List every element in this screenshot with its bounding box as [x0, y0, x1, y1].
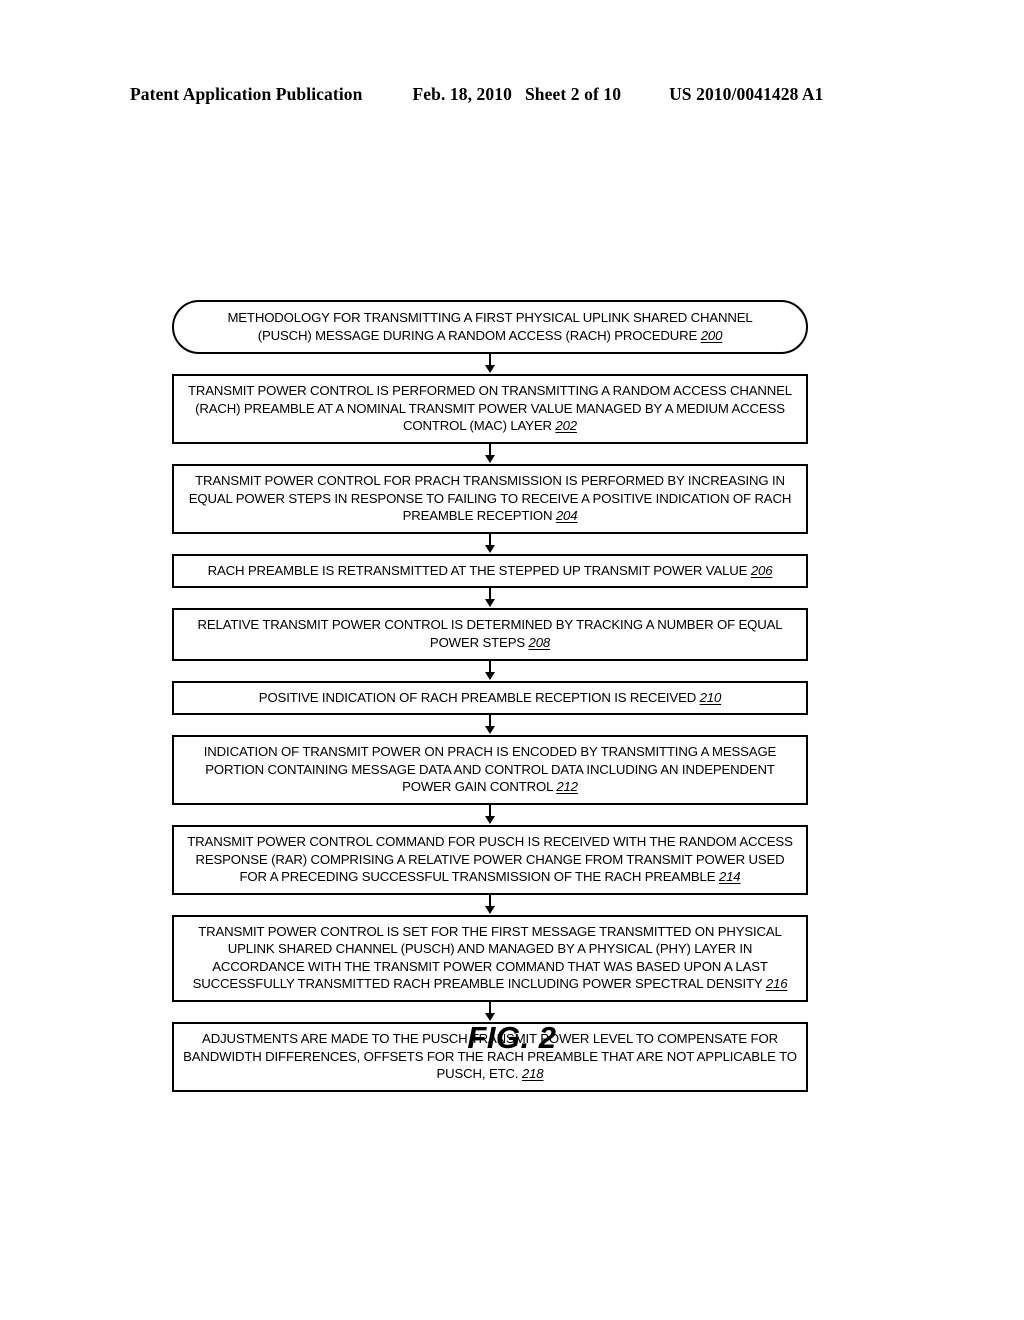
arrowhead-icon — [485, 815, 495, 824]
flow-node-208: RELATIVE TRANSMIT POWER CONTROL IS DETER… — [172, 608, 808, 661]
flow-node-reference-number: 218 — [521, 1066, 544, 1082]
flow-node-text: TRANSMIT POWER CONTROL FOR PRACH TRANSMI… — [188, 472, 792, 524]
flow-node-210: POSITIVE INDICATION OF RACH PREAMBLE REC… — [172, 680, 808, 716]
flow-node-reference-number: 204 — [555, 508, 578, 524]
flow-node-212: INDICATION OF TRANSMIT POWER ON PRACH IS… — [172, 735, 808, 805]
arrowhead-icon — [485, 905, 495, 914]
arrowhead-icon — [485, 726, 495, 735]
arrowhead-icon — [485, 365, 495, 374]
flow-connector-arrow — [172, 804, 808, 825]
flow-node-text: METHODOLOGY FOR TRANSMITTING A FIRST PHY… — [227, 310, 753, 343]
flow-node-text: TRANSMIT POWER CONTROL IS PERFORMED ON T… — [188, 383, 792, 434]
flow-node-reference-number: 216 — [765, 976, 788, 992]
flow-node-text: POSITIVE INDICATION OF RACH PREAMBLE REC… — [258, 689, 722, 705]
arrowhead-icon — [485, 454, 495, 463]
flow-node-reference-number: 214 — [718, 869, 741, 885]
header-patent-number: US 2010/0041428 A1 — [669, 84, 824, 104]
flow-node-200: METHODOLOGY FOR TRANSMITTING A FIRST PHY… — [172, 300, 808, 355]
flow-node-text: RACH PREAMBLE IS RETRANSMITTED AT THE ST… — [207, 562, 773, 578]
flow-connector-arrow — [172, 894, 808, 915]
flow-node-reference-number: 208 — [528, 634, 551, 650]
page-header: Patent Application Publication Feb. 18, … — [130, 84, 890, 110]
flow-node-text: TRANSMIT POWER CONTROL COMMAND FOR PUSCH… — [187, 833, 793, 885]
flow-node-reference-number: 210 — [699, 689, 722, 705]
flow-node-214: TRANSMIT POWER CONTROL COMMAND FOR PUSCH… — [172, 824, 808, 895]
flow-connector-arrow — [172, 588, 808, 608]
flow-connector-arrow — [172, 660, 808, 681]
flow-node-204: TRANSMIT POWER CONTROL FOR PRACH TRANSMI… — [172, 463, 808, 534]
header-publication-label: Patent Application Publication — [130, 84, 363, 104]
flow-node-reference-number: 200 — [700, 327, 723, 343]
flow-node-text: TRANSMIT POWER CONTROL IS SET FOR THE FI… — [192, 923, 788, 992]
flow-connector-arrow — [172, 715, 808, 735]
flowchart-diagram: METHODOLOGY FOR TRANSMITTING A FIRST PHY… — [172, 300, 808, 1092]
header-date-label: Feb. 18, 2010 — [412, 84, 512, 104]
arrowhead-icon — [485, 671, 495, 680]
flow-node-reference-number: 212 — [556, 779, 578, 795]
flow-connector-arrow — [172, 443, 808, 464]
flow-node-202: TRANSMIT POWER CONTROL IS PERFORMED ON T… — [172, 374, 808, 444]
flow-node-reference-number: 202 — [555, 418, 577, 434]
flow-node-reference-number: 206 — [750, 562, 773, 578]
flow-connector-arrow — [172, 354, 808, 374]
header-sheet-label: Sheet 2 of 10 — [524, 84, 622, 104]
arrowhead-icon — [485, 544, 495, 553]
arrowhead-icon — [485, 599, 495, 608]
flow-node-206: RACH PREAMBLE IS RETRANSMITTED AT THE ST… — [172, 553, 808, 589]
figure-caption: FIG. 2 — [467, 1020, 557, 1055]
flow-node-text: RELATIVE TRANSMIT POWER CONTROL IS DETER… — [197, 617, 783, 650]
flow-connector-arrow — [172, 533, 808, 554]
flow-node-text: INDICATION OF TRANSMIT POWER ON PRACH IS… — [203, 744, 777, 795]
flow-node-216: TRANSMIT POWER CONTROL IS SET FOR THE FI… — [172, 914, 808, 1003]
